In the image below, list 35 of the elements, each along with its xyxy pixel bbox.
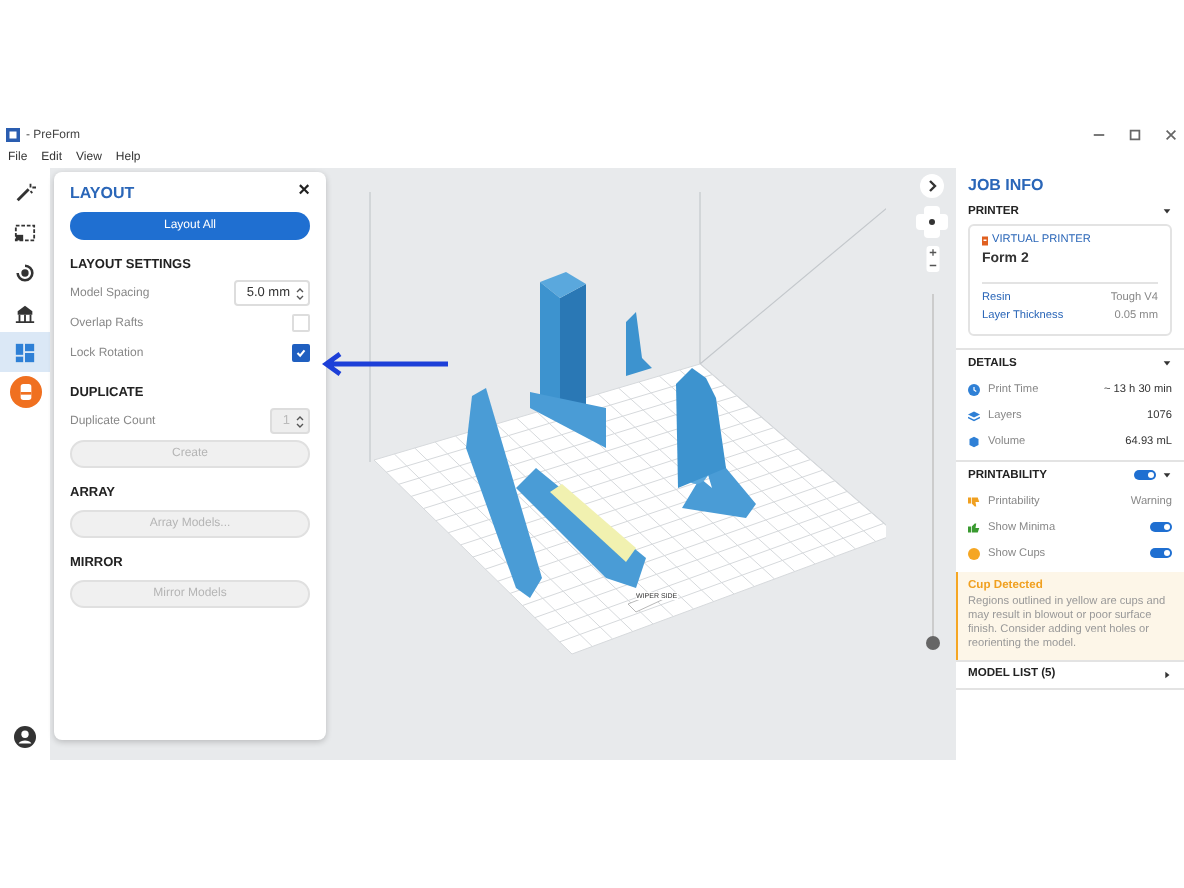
account-icon[interactable] — [14, 726, 36, 748]
panel-title: JOB INFO — [966, 174, 1046, 198]
caret-icon[interactable] — [1162, 470, 1172, 480]
close-icon[interactable] — [1164, 128, 1178, 142]
toggle-switch[interactable] — [1150, 548, 1172, 558]
thumbs-down-icon — [968, 495, 980, 507]
view-pad-icon[interactable] — [916, 206, 948, 238]
layout-icon — [14, 341, 36, 363]
toggle-switch[interactable] — [1134, 470, 1156, 480]
printer-icon — [982, 235, 988, 245]
zoom-buttons-icon[interactable] — [925, 246, 939, 272]
slider-thumb[interactable] — [925, 636, 939, 650]
supports-icon — [14, 301, 36, 323]
caret-icon[interactable] — [1162, 358, 1172, 368]
caret-icon[interactable] — [1162, 669, 1172, 680]
caret-icon[interactable] — [1162, 206, 1172, 216]
restore-icon[interactable] — [1128, 128, 1142, 142]
volume-icon — [968, 435, 980, 447]
selection-icon — [14, 221, 36, 243]
thumbs-up-icon — [968, 521, 980, 533]
chevron-right-icon — [924, 178, 940, 194]
checkbox[interactable] — [292, 344, 310, 362]
toggle-switch[interactable] — [1150, 522, 1172, 532]
panel-title: LAYOUT — [70, 183, 135, 201]
printer-icon — [9, 376, 41, 408]
magic-wand-icon — [14, 181, 36, 203]
annotation-arrow — [322, 352, 450, 376]
collapse-panel-button[interactable] — [920, 174, 944, 198]
warning-dot-icon — [968, 547, 980, 559]
clock-icon — [968, 383, 980, 395]
close-button[interactable]: × — [298, 182, 310, 202]
rotate-icon — [14, 261, 36, 283]
stepper-icon[interactable] — [296, 285, 304, 301]
minimize-icon[interactable] — [1092, 128, 1106, 142]
layers-icon — [968, 409, 980, 421]
